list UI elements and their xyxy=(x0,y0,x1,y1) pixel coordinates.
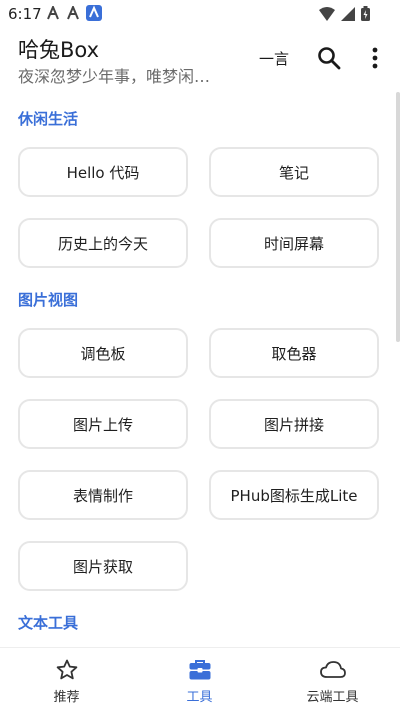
section-title-leisure: 休闲生活 xyxy=(18,110,79,128)
bottom-nav: 推荐 工具 云端工具 xyxy=(0,647,400,712)
toolbox-icon xyxy=(189,660,210,680)
nav-cloud-tools[interactable]: 云端工具 xyxy=(266,648,399,712)
search-icon xyxy=(318,47,341,70)
nav-label: 云端工具 xyxy=(306,690,359,705)
section-title-text: 文本工具 xyxy=(18,614,79,632)
section-title-image: 图片视图 xyxy=(18,291,79,309)
tool-image-upload[interactable]: 图片上传 xyxy=(18,399,188,449)
tool-history-today[interactable]: 历史上的今天 xyxy=(18,218,188,268)
more-vert-icon xyxy=(372,47,378,69)
battery-icon xyxy=(361,6,370,21)
tool-emoji-maker[interactable]: 表情制作 xyxy=(18,470,188,520)
tool-notes[interactable]: 笔记 xyxy=(209,147,379,197)
tool-hello-code[interactable]: Hello 代码 xyxy=(18,147,188,197)
app-bar: 哈兔Box 夜深忽梦少年事，唯梦闲… 一言 xyxy=(0,28,400,92)
nav-tools[interactable]: 工具 xyxy=(133,648,266,712)
tool-palette[interactable]: 调色板 xyxy=(18,328,188,378)
app-notification-icon xyxy=(86,5,102,21)
search-button[interactable] xyxy=(316,45,342,71)
notification-a-icon xyxy=(47,6,59,20)
more-options-button[interactable] xyxy=(366,45,384,71)
tool-image-stitch[interactable]: 图片拼接 xyxy=(209,399,379,449)
signal-icon xyxy=(341,6,355,21)
cloud-icon xyxy=(319,661,346,678)
nav-recommend[interactable]: 推荐 xyxy=(0,648,133,712)
app-title: 哈兔Box xyxy=(18,38,100,62)
scrollbar[interactable] xyxy=(396,92,400,342)
tool-color-picker[interactable]: 取色器 xyxy=(209,328,379,378)
status-time: 6:17 xyxy=(8,5,42,23)
tool-image-fetch[interactable]: 图片获取 xyxy=(18,541,188,591)
notification-a-icon xyxy=(67,6,79,20)
wifi-icon xyxy=(319,6,335,21)
app-subtitle[interactable]: 夜深忽梦少年事，唯梦闲… xyxy=(18,63,210,87)
yiyan-button[interactable]: 一言 xyxy=(259,48,289,69)
status-bar: 6:17 xyxy=(0,0,400,28)
nav-label: 推荐 xyxy=(53,690,80,705)
tool-phub-icon[interactable]: PHub图标生成Lite xyxy=(209,470,379,520)
tool-time-screen[interactable]: 时间屏幕 xyxy=(209,218,379,268)
nav-label: 工具 xyxy=(186,690,213,705)
star-icon xyxy=(56,659,77,680)
